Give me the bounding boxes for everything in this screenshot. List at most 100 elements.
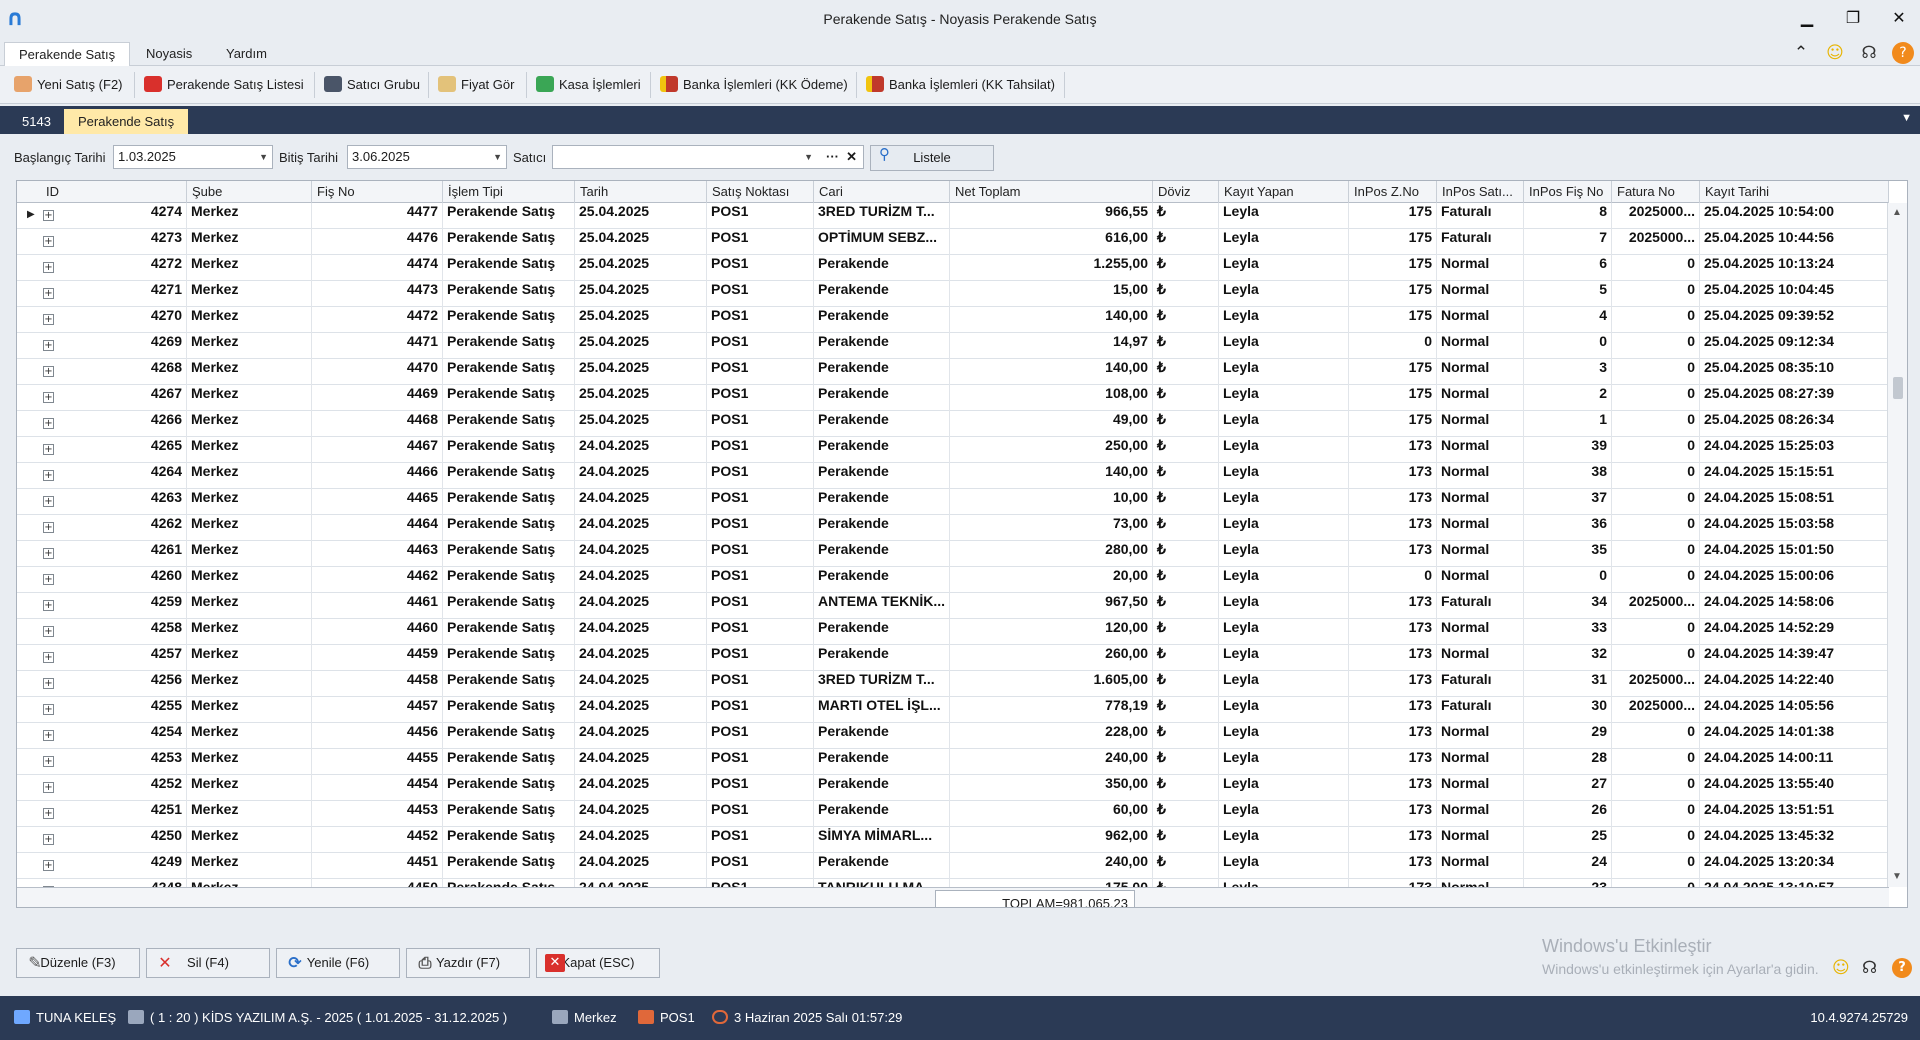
dropdown-arrow-icon[interactable]: ▼ — [804, 146, 813, 168]
table-row[interactable]: +4262 Merkez 4464 Perakende Satış 24.04.2025… — [17, 515, 1889, 541]
expand-row-icon[interactable]: + — [43, 730, 54, 741]
table-row[interactable]: +4265 Merkez 4467 Perakende Satış 24.04.2025… — [17, 437, 1889, 463]
column-header[interactable]: Kayıt Yapan — [1219, 181, 1349, 203]
doc-tab-perakende-satis[interactable]: Perakende Satış — [64, 109, 189, 134]
minimize-button[interactable]: ▁ — [1792, 8, 1822, 30]
chevron-up-icon[interactable]: ⌃ — [1790, 42, 1812, 64]
close-button[interactable]: ✕ Kapat (ESC) — [536, 948, 660, 978]
seller-field[interactable]: ▼ ··· ✕ — [552, 145, 864, 169]
expand-row-icon[interactable]: + — [43, 860, 54, 871]
table-row[interactable]: +4255 Merkez 4457 Perakende Satış 24.04.2025… — [17, 697, 1889, 723]
help-icon[interactable]: ? — [1892, 958, 1912, 978]
ribbon-tab-perakende-satis[interactable]: Perakende Satış — [4, 42, 131, 66]
help-icon[interactable]: ? — [1892, 42, 1914, 64]
column-header[interactable]: Net Toplam — [950, 181, 1153, 203]
table-row[interactable]: +4257 Merkez 4459 Perakende Satış 24.04.2025… — [17, 645, 1889, 671]
table-row[interactable]: ▶ +4274 Merkez 4477 Perakende Satış 25.04.202… — [17, 203, 1889, 229]
expand-row-icon[interactable]: + — [43, 418, 54, 429]
expand-row-icon[interactable]: + — [43, 262, 54, 273]
expand-row-icon[interactable]: + — [43, 236, 54, 247]
clear-icon[interactable]: ✕ — [846, 146, 857, 168]
expand-row-icon[interactable]: + — [43, 496, 54, 507]
column-header[interactable]: Tarih — [575, 181, 707, 203]
table-row[interactable]: +4251 Merkez 4453 Perakende Satış 24.04.2025… — [17, 801, 1889, 827]
retail-sales-list-button[interactable]: Perakende Satış Listesi — [144, 72, 304, 98]
bank-cc-collection-button[interactable]: Banka İşlemleri (KK Tahsilat) — [866, 72, 1055, 98]
expand-row-icon[interactable]: + — [43, 678, 54, 689]
expand-row-icon[interactable]: + — [43, 626, 54, 637]
column-header[interactable]: Satış Noktası — [707, 181, 814, 203]
column-header[interactable]: Kayıt Tarihi — [1700, 181, 1889, 203]
expand-row-icon[interactable]: + — [43, 314, 54, 325]
column-header[interactable]: InPos Z.No — [1349, 181, 1437, 203]
expand-row-icon[interactable]: + — [43, 600, 54, 611]
table-row[interactable]: +4268 Merkez 4470 Perakende Satış 25.04.2025… — [17, 359, 1889, 385]
end-date-field[interactable]: 3.06.2025 ▼ — [347, 145, 507, 169]
seller-group-button[interactable]: Satıcı Grubu — [324, 72, 420, 98]
expand-row-icon[interactable]: + — [43, 756, 54, 767]
smiley-icon[interactable]: ☺ — [1832, 958, 1854, 980]
smiley-icon[interactable]: ☺ — [1824, 42, 1846, 64]
refresh-button[interactable]: ⟳ Yenile (F6) — [276, 948, 400, 978]
cash-operations-button[interactable]: Kasa İşlemleri — [536, 72, 641, 98]
ellipsis-button[interactable]: ··· — [826, 146, 839, 168]
start-date-field[interactable]: 1.03.2025 ▼ — [113, 145, 273, 169]
tab-list-dropdown-icon[interactable]: ▼ — [1901, 112, 1912, 124]
expand-row-icon[interactable]: + — [43, 288, 54, 299]
dropdown-arrow-icon[interactable]: ▼ — [493, 146, 502, 168]
table-row[interactable]: +4273 Merkez 4476 Perakende Satış 25.04.2025… — [17, 229, 1889, 255]
column-header[interactable]: Fatura No — [1612, 181, 1700, 203]
column-header[interactable]: Cari — [814, 181, 950, 203]
table-row[interactable]: +4250 Merkez 4452 Perakende Satış 24.04.2025… — [17, 827, 1889, 853]
table-row[interactable]: +4272 Merkez 4474 Perakende Satış 25.04.2025… — [17, 255, 1889, 281]
expand-row-icon[interactable]: + — [43, 704, 54, 715]
headset-icon[interactable]: ☊ — [1862, 958, 1884, 980]
expand-row-icon[interactable]: + — [43, 522, 54, 533]
expand-row-icon[interactable]: + — [43, 340, 54, 351]
table-row[interactable]: +4249 Merkez 4451 Perakende Satış 24.04.2025… — [17, 853, 1889, 879]
table-row[interactable]: +4254 Merkez 4456 Perakende Satış 24.04.2025… — [17, 723, 1889, 749]
scroll-up-icon[interactable]: ▲ — [1892, 207, 1902, 218]
list-button[interactable]: ⚲ Listele — [870, 145, 994, 171]
column-header[interactable]: Fiş No — [312, 181, 443, 203]
expand-row-icon[interactable]: + — [43, 834, 54, 845]
table-row[interactable]: +4263 Merkez 4465 Perakende Satış 24.04.2025… — [17, 489, 1889, 515]
dropdown-arrow-icon[interactable]: ▼ — [259, 146, 268, 168]
delete-button[interactable]: ✕ Sil (F4) — [146, 948, 270, 978]
headset-icon[interactable]: ☊ — [1858, 42, 1880, 64]
table-row[interactable]: +4258 Merkez 4460 Perakende Satış 24.04.2025… — [17, 619, 1889, 645]
scrollbar-thumb[interactable] — [1893, 377, 1903, 399]
column-header[interactable]: Döviz — [1153, 181, 1219, 203]
table-row[interactable]: +4253 Merkez 4455 Perakende Satış 24.04.2025… — [17, 749, 1889, 775]
table-row[interactable]: +4271 Merkez 4473 Perakende Satış 25.04.2025… — [17, 281, 1889, 307]
bank-cc-payment-button[interactable]: Banka İşlemleri (KK Ödeme) — [660, 72, 848, 98]
scroll-down-icon[interactable]: ▼ — [1892, 871, 1902, 882]
table-row[interactable]: +4259 Merkez 4461 Perakende Satış 24.04.2025… — [17, 593, 1889, 619]
expand-row-icon[interactable]: + — [43, 548, 54, 559]
expand-row-icon[interactable]: + — [43, 808, 54, 819]
close-window-button[interactable]: ✕ — [1884, 8, 1914, 30]
print-button[interactable]: ⎙ Yazdır (F7) — [406, 948, 530, 978]
expand-row-icon[interactable]: + — [43, 782, 54, 793]
expand-row-icon[interactable]: + — [43, 444, 54, 455]
expand-row-icon[interactable]: + — [43, 392, 54, 403]
edit-button[interactable]: ✎ Düzenle (F3) — [16, 948, 140, 978]
expand-row-icon[interactable]: + — [43, 470, 54, 481]
vertical-scrollbar[interactable]: ▲ ▼ — [1887, 203, 1907, 887]
expand-row-icon[interactable]: + — [43, 210, 54, 221]
table-row[interactable]: +4270 Merkez 4472 Perakende Satış 25.04.2025… — [17, 307, 1889, 333]
column-header[interactable]: ID — [41, 181, 187, 203]
table-row[interactable]: +4266 Merkez 4468 Perakende Satış 25.04.2025… — [17, 411, 1889, 437]
table-row[interactable]: +4261 Merkez 4463 Perakende Satış 24.04.2025… — [17, 541, 1889, 567]
column-header[interactable]: İşlem Tipi — [443, 181, 575, 203]
expand-row-icon[interactable]: + — [43, 574, 54, 585]
table-row[interactable]: +4267 Merkez 4469 Perakende Satış 25.04.2025… — [17, 385, 1889, 411]
table-row[interactable]: +4260 Merkez 4462 Perakende Satış 24.04.2025… — [17, 567, 1889, 593]
column-header[interactable]: InPos Fiş No — [1524, 181, 1612, 203]
price-view-button[interactable]: Fiyat Gör — [438, 72, 514, 98]
table-row[interactable]: +4256 Merkez 4458 Perakende Satış 24.04.2025… — [17, 671, 1889, 697]
ribbon-tab-yardim[interactable]: Yardım — [212, 42, 281, 66]
restore-button[interactable]: ❐ — [1838, 8, 1868, 30]
expand-row-icon[interactable]: + — [43, 652, 54, 663]
column-header[interactable]: Şube — [187, 181, 312, 203]
